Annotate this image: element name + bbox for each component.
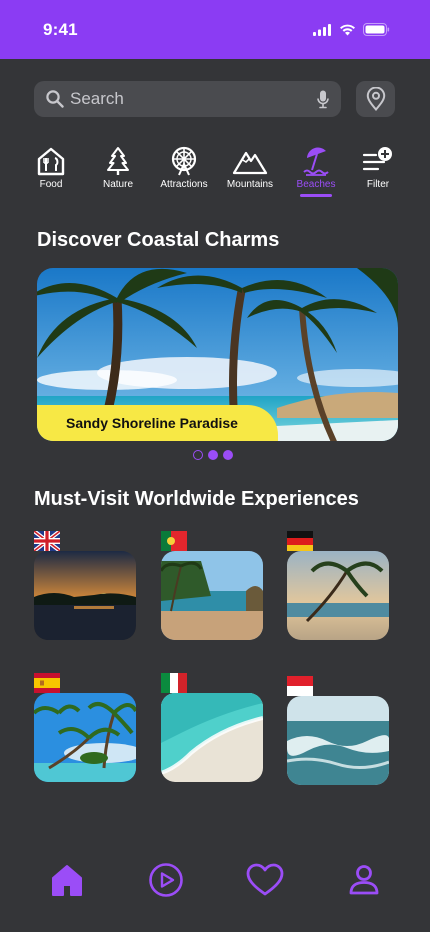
cellular-signal-icon: [313, 23, 331, 36]
carousel-dot[interactable]: [208, 450, 218, 460]
search-input[interactable]: [70, 89, 317, 109]
united-kingdom-flag-icon: [34, 531, 60, 551]
spain-flag-icon: [34, 673, 60, 693]
mountain-icon: [232, 151, 268, 175]
experience-card[interactable]: [287, 551, 389, 640]
ocean-waves-image: [287, 696, 389, 785]
carousel-dots: [193, 450, 233, 460]
active-category-indicator: [300, 194, 332, 197]
tropical-palms-image: [34, 693, 136, 782]
tab-play[interactable]: [146, 860, 186, 900]
category-bar: Food Nature Attractions Mountains Beache…: [26, 146, 406, 204]
category-label: Attractions: [160, 179, 208, 190]
indonesia-flag-icon: [287, 676, 313, 696]
profile-icon: [349, 865, 379, 895]
italy-flag-icon: [161, 673, 187, 693]
category-filter[interactable]: Filter: [343, 146, 413, 190]
experience-card[interactable]: [161, 551, 263, 640]
hero-caption: Sandy Shoreline Paradise: [37, 405, 278, 441]
category-nature[interactable]: Nature: [83, 146, 153, 190]
heart-icon: [246, 863, 284, 896]
category-mountains[interactable]: Mountains: [215, 146, 285, 190]
section-title-experiences: Must-Visit Worldwide Experiences: [34, 488, 359, 510]
section-title-coastal: Discover Coastal Charms: [37, 229, 280, 251]
turquoise-shore-image: [161, 693, 263, 782]
category-label: Mountains: [226, 179, 274, 190]
carousel-dot[interactable]: [193, 450, 203, 460]
palm-cove-image: [161, 551, 263, 640]
category-label: Filter: [366, 179, 390, 190]
home-icon: [52, 865, 82, 896]
search-icon: [46, 90, 64, 108]
portugal-flag-icon: [161, 531, 187, 551]
bottom-tab-bar: [0, 860, 430, 916]
sunset-beach-image: [34, 551, 136, 640]
category-beaches[interactable]: Beaches: [281, 146, 351, 197]
tab-profile[interactable]: [344, 860, 384, 900]
tree-icon: [107, 147, 129, 175]
status-bar: 9:41: [0, 0, 430, 59]
experience-card[interactable]: [34, 551, 136, 640]
beach-umbrella-icon: [303, 147, 329, 176]
carousel-dot[interactable]: [223, 450, 233, 460]
status-time: 9:41: [43, 19, 78, 39]
experience-card[interactable]: [161, 693, 263, 782]
location-button[interactable]: [356, 81, 395, 117]
filter-add-icon: [362, 147, 392, 171]
search-bar[interactable]: [34, 81, 341, 117]
tab-favorites[interactable]: [245, 860, 285, 900]
category-label: Food: [39, 179, 63, 190]
food-icon: [37, 147, 65, 176]
play-icon: [149, 863, 183, 897]
location-pin-icon: [366, 87, 385, 111]
category-label: Nature: [102, 179, 133, 190]
leaning-palm-image: [287, 551, 389, 640]
experience-card[interactable]: [287, 696, 389, 785]
hero-card[interactable]: Sandy Shoreline Paradise: [37, 268, 398, 441]
battery-icon: [363, 23, 390, 36]
germany-flag-icon: [287, 531, 313, 551]
tab-home[interactable]: [47, 860, 87, 900]
ferris-wheel-icon: [171, 146, 197, 176]
category-attractions[interactable]: Attractions: [149, 146, 219, 190]
wifi-icon: [340, 24, 355, 35]
experience-card[interactable]: [34, 693, 136, 782]
status-icons: [313, 23, 390, 36]
category-label: Beaches: [296, 179, 336, 190]
category-food[interactable]: Food: [16, 146, 86, 190]
microphone-icon[interactable]: [317, 90, 329, 109]
